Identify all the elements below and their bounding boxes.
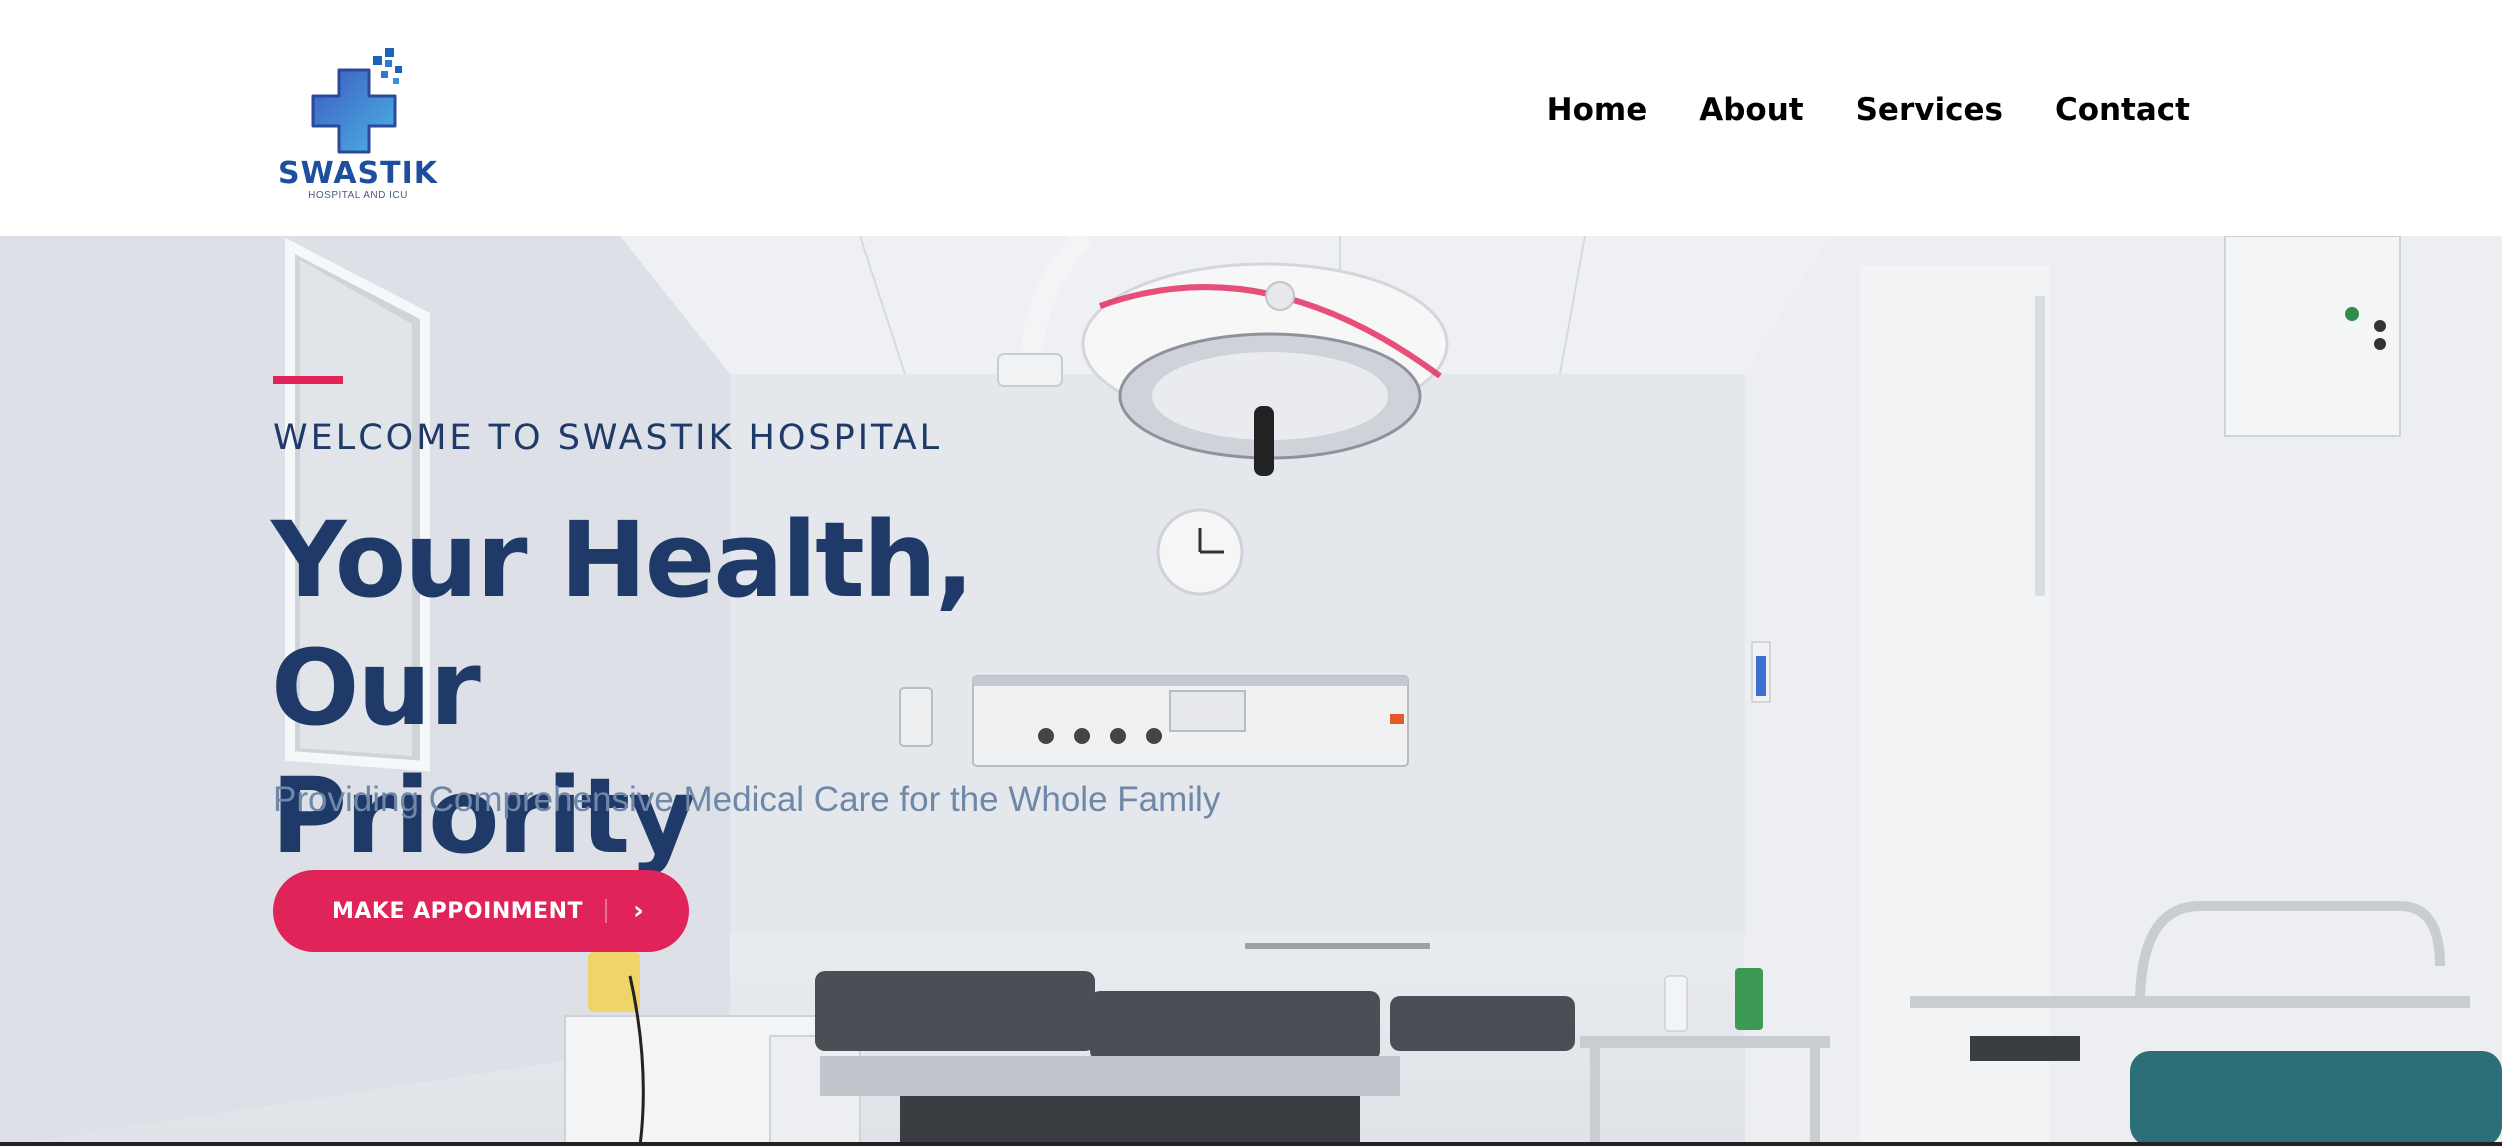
- accent-bar: [273, 376, 343, 384]
- logo-name: SWASTIK: [277, 156, 439, 191]
- hero-headline: Your Health, Our Priority: [271, 496, 1171, 880]
- button-divider: [605, 899, 608, 923]
- make-appointment-label: MAKE APPOINMENT: [332, 898, 584, 924]
- hero-headline-line1: Your Health, Our: [271, 499, 974, 749]
- nav-home[interactable]: Home: [1547, 92, 1648, 128]
- hero-eyebrow: WELCOME TO SWASTIK HOSPITAL: [273, 418, 943, 458]
- logo[interactable]: SWASTIK HOSPITAL AND ICU: [273, 44, 453, 208]
- nav-services[interactable]: Services: [1856, 92, 2003, 128]
- medical-cross-icon: [311, 48, 402, 154]
- site-header: SWASTIK HOSPITAL AND ICU Home About Serv…: [0, 0, 2502, 236]
- hero-section: WELCOME TO SWASTIK HOSPITAL Your Health,…: [0, 236, 2502, 1146]
- nav-about[interactable]: About: [1699, 92, 1803, 128]
- main-nav: Home About Services Contact: [1547, 92, 2190, 128]
- hero-subtitle: Providing Comprehensive Medical Care for…: [273, 780, 1221, 819]
- make-appointment-button[interactable]: MAKE APPOINMENT ›: [273, 870, 689, 952]
- nav-contact[interactable]: Contact: [2055, 92, 2190, 128]
- hero-bottom-border: [0, 1142, 2502, 1146]
- chevron-right-icon: ›: [633, 896, 645, 926]
- logo-tagline: HOSPITAL AND ICU: [308, 190, 408, 201]
